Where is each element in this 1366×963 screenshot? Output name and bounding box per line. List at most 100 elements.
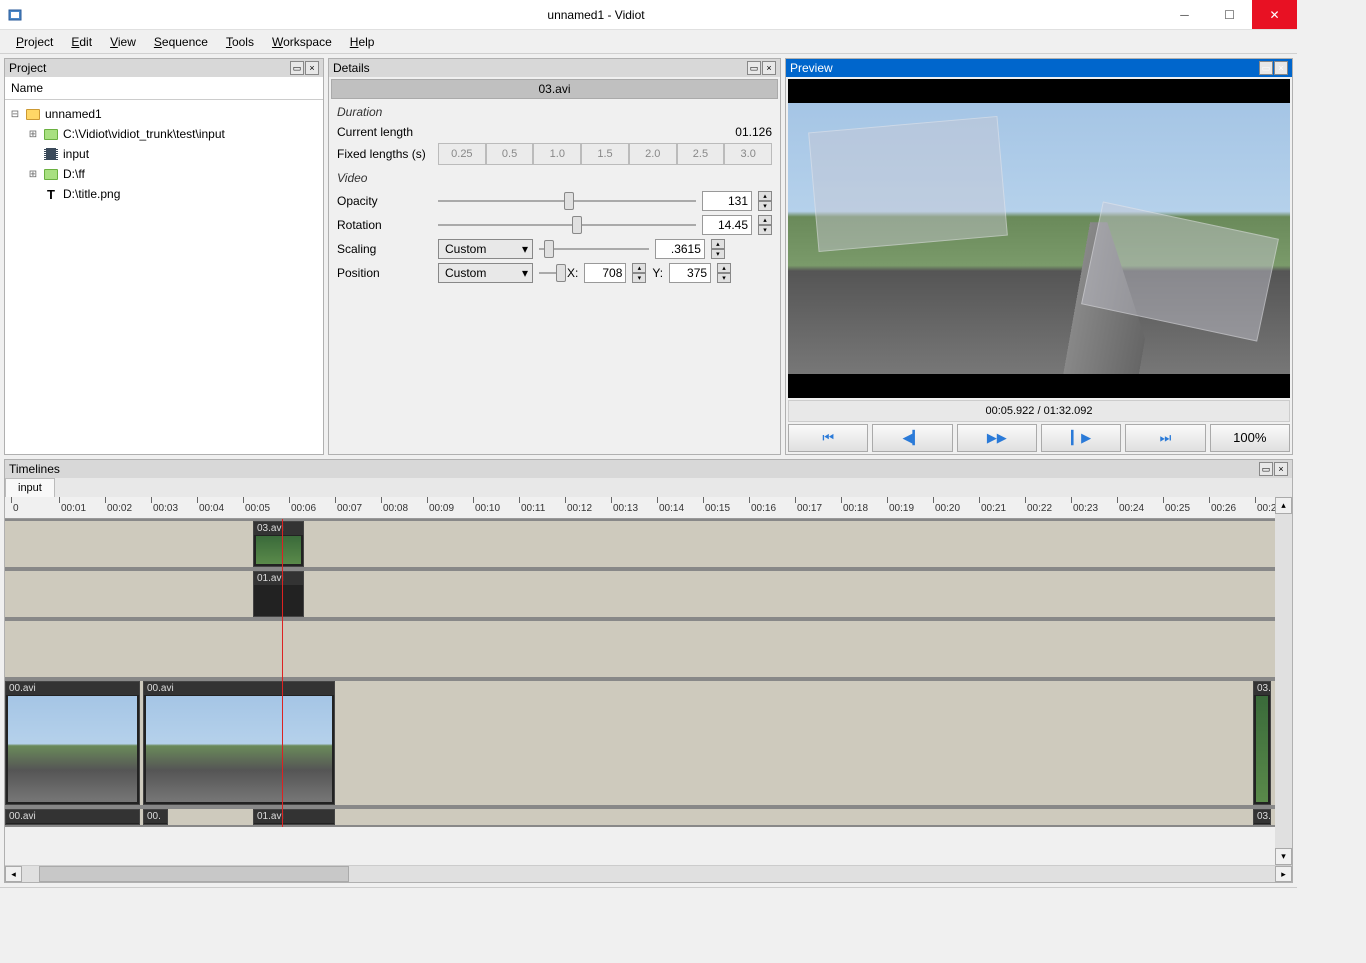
scroll-right-button[interactable]: ▸: [1275, 866, 1292, 882]
tree-column-header[interactable]: Name: [5, 77, 323, 100]
ruler-tick: 00:08: [383, 503, 408, 514]
play-button[interactable]: ▶▶: [957, 424, 1037, 452]
timeline-clip[interactable]: 03.avi: [253, 521, 304, 567]
menu-project[interactable]: Project: [8, 33, 61, 51]
opacity-slider[interactable]: [438, 191, 696, 211]
timeline-clip[interactable]: 03.: [1253, 681, 1271, 805]
scaling-input[interactable]: [655, 239, 705, 259]
details-clip-name: 03.avi: [331, 79, 778, 99]
skip-start-button[interactable]: ⏮: [788, 424, 868, 452]
panel-close-button[interactable]: ×: [1274, 61, 1288, 75]
zoom-display[interactable]: 100%: [1210, 424, 1290, 452]
step-back-button[interactable]: ◀▎: [872, 424, 952, 452]
horizontal-scrollbar[interactable]: ◂ ▸: [5, 865, 1292, 882]
fixed-length-button[interactable]: 2.0: [629, 143, 677, 165]
scroll-up-button[interactable]: ▴: [1275, 497, 1292, 514]
position-mode-dropdown[interactable]: Custom: [438, 263, 533, 283]
timeline-clip[interactable]: 01.avi: [253, 571, 304, 617]
ruler-tick: 00:23: [1073, 503, 1098, 514]
timeline-clip[interactable]: 00.: [143, 809, 168, 825]
opacity-label: Opacity: [337, 194, 432, 208]
spin-up[interactable]: ▴: [717, 263, 731, 273]
text-icon: T: [43, 186, 59, 202]
maximize-button[interactable]: ☐: [1207, 0, 1252, 29]
panel-float-button[interactable]: ▭: [1259, 462, 1273, 476]
fixed-length-button[interactable]: 1.5: [581, 143, 629, 165]
scroll-thumb[interactable]: [39, 866, 349, 882]
video-section: Video: [331, 167, 778, 189]
scroll-down-button[interactable]: ▾: [1275, 848, 1292, 865]
position-x-input[interactable]: [584, 263, 626, 283]
spin-down[interactable]: ▾: [758, 225, 772, 235]
panel-close-button[interactable]: ×: [762, 61, 776, 75]
details-panel: Details ▭ × 03.avi Duration Current leng…: [328, 58, 781, 455]
spin-up[interactable]: ▴: [711, 239, 725, 249]
fixed-length-button[interactable]: 0.5: [486, 143, 534, 165]
fixed-length-button[interactable]: 3.0: [724, 143, 772, 165]
panel-float-button[interactable]: ▭: [747, 61, 761, 75]
preview-viewport[interactable]: [788, 79, 1290, 398]
spin-down[interactable]: ▾: [632, 273, 646, 283]
panel-float-button[interactable]: ▭: [290, 61, 304, 75]
tree-toggle[interactable]: ⊞: [27, 169, 39, 180]
timeline-clip[interactable]: 00.avi: [5, 681, 140, 805]
vertical-scrollbar[interactable]: ▴ ▾: [1275, 497, 1292, 865]
tree-node-folder[interactable]: ⊞ C:\Vidiot\vidiot_trunk\test\input: [9, 124, 319, 144]
timeline-clip[interactable]: 00.avi: [143, 681, 335, 805]
ruler-tick: 00:26: [1211, 503, 1236, 514]
preview-panel: Preview ▭ × 00:05.922 / 01:32.092 ⏮ ◀▎ ▶…: [785, 58, 1293, 455]
tree-node-folder[interactable]: ⊞ D:\ff: [9, 164, 319, 184]
ruler-tick: 00:14: [659, 503, 684, 514]
tree-toggle[interactable]: ⊞: [27, 129, 39, 140]
spin-down[interactable]: ▾: [717, 273, 731, 283]
timeline-ruler[interactable]: 000:0100:0200:0300:0400:0500:0600:0700:0…: [5, 497, 1292, 519]
scroll-left-button[interactable]: ◂: [5, 866, 22, 882]
scaling-slider[interactable]: [539, 239, 649, 259]
tree-node-file[interactable]: · T D:\title.png: [9, 184, 319, 204]
menu-tools[interactable]: Tools: [218, 33, 262, 51]
tree-toggle[interactable]: ⊟: [9, 109, 21, 120]
step-forward-button[interactable]: ▎▶: [1041, 424, 1121, 452]
fixed-length-button[interactable]: 0.25: [438, 143, 486, 165]
minimize-button[interactable]: ─: [1162, 0, 1207, 29]
playhead[interactable]: [282, 519, 283, 827]
spin-up[interactable]: ▴: [632, 263, 646, 273]
ruler-tick: 00:04: [199, 503, 224, 514]
tree-node-sequence[interactable]: · input: [9, 144, 319, 164]
opacity-input[interactable]: [702, 191, 752, 211]
spin-up[interactable]: ▴: [758, 191, 772, 201]
position-label: Position: [337, 266, 432, 280]
timeline-clip[interactable]: 01.avi: [253, 809, 335, 825]
tree-label: input: [63, 147, 89, 161]
ruler-tick: 00:15: [705, 503, 730, 514]
position-slider[interactable]: [539, 263, 561, 283]
menu-view[interactable]: View: [102, 33, 144, 51]
skip-end-button[interactable]: ⏭: [1125, 424, 1205, 452]
tree-label: unnamed1: [45, 107, 102, 121]
tree-node-project[interactable]: ⊟ unnamed1: [9, 104, 319, 124]
timeline-clip[interactable]: 03.: [1253, 809, 1271, 825]
timeline-tab[interactable]: input: [5, 478, 55, 497]
rotation-slider[interactable]: [438, 215, 696, 235]
menu-sequence[interactable]: Sequence: [146, 33, 216, 51]
fixed-length-button[interactable]: 2.5: [677, 143, 725, 165]
menu-help[interactable]: Help: [342, 33, 383, 51]
menu-workspace[interactable]: Workspace: [264, 33, 340, 51]
spin-down[interactable]: ▾: [711, 249, 725, 259]
rotation-input[interactable]: [702, 215, 752, 235]
spin-down[interactable]: ▾: [758, 201, 772, 211]
panel-close-button[interactable]: ×: [1274, 462, 1288, 476]
spin-up[interactable]: ▴: [758, 215, 772, 225]
panel-close-button[interactable]: ×: [305, 61, 319, 75]
current-length-value: 01.126: [735, 125, 772, 139]
fixed-length-button[interactable]: 1.0: [533, 143, 581, 165]
menu-edit[interactable]: Edit: [63, 33, 100, 51]
close-button[interactable]: ✕: [1252, 0, 1297, 29]
scaling-mode-dropdown[interactable]: Custom: [438, 239, 533, 259]
position-y-input[interactable]: [669, 263, 711, 283]
timeline-tracks[interactable]: 03.avi 01.avi 00.avi: [5, 519, 1292, 827]
tree-label: C:\Vidiot\vidiot_trunk\test\input: [63, 127, 225, 141]
timeline-clip[interactable]: 00.avi: [5, 809, 140, 825]
folder-icon: [43, 166, 59, 182]
panel-float-button[interactable]: ▭: [1259, 61, 1273, 75]
